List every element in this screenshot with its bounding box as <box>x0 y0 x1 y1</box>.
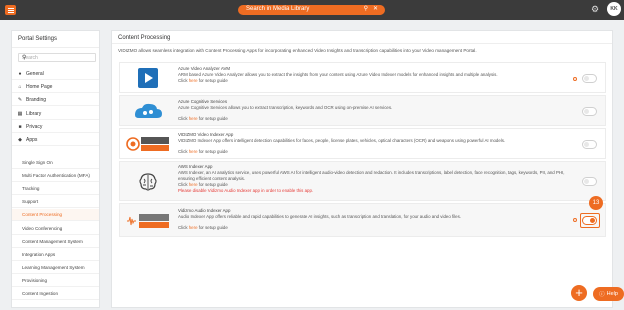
sidebar-item-label: Branding <box>26 96 47 103</box>
app-card-vidizmo-indexer: VIDIZMO Video Indexer App VIDIZMO Indexe… <box>119 128 606 159</box>
menu-icon[interactable] <box>5 5 16 15</box>
sidebar-subitem-support[interactable]: Support <box>12 196 99 208</box>
sidebar-item-privacy[interactable]: ■ Privacy <box>12 121 99 133</box>
sidebar-item-label: Privacy <box>26 123 43 130</box>
info-icon: ● <box>18 70 22 77</box>
page-description: VIDIZMO allows seamless integration with… <box>118 48 477 53</box>
app-toggle-vidizmo-audio-indexer[interactable] <box>582 216 597 225</box>
app-description: AWS Indexer, an AI analytics service, us… <box>178 170 565 181</box>
setup-guide-text: Click here for setup guide <box>178 116 565 122</box>
help-label: Help <box>606 291 618 297</box>
app-settings-icon[interactable] <box>573 218 577 222</box>
vidizmo-indexer-logo <box>126 132 170 156</box>
app-description: VIDIZMO Indexer App offers intelligent d… <box>178 138 506 143</box>
sidebar-subitem-tracking[interactable]: Tracking <box>12 183 99 195</box>
link-prefix: Click <box>178 182 189 187</box>
app-toggle-vidizmo-indexer[interactable] <box>582 140 597 149</box>
sidebar-item-home-page[interactable]: ⌂ Home Page <box>12 81 99 93</box>
app-settings-icon[interactable] <box>573 77 577 81</box>
help-button[interactable]: ⓘ Help <box>593 287 624 301</box>
sidebar-item-label: General <box>26 70 44 77</box>
link-prefix: Click <box>178 116 189 121</box>
sidebar-subitem-provisioning[interactable]: Provisioning <box>12 275 99 287</box>
setup-guide-text: Click here for setup guide <box>178 78 565 84</box>
azure-video-analyzer-logo <box>126 66 170 90</box>
avatar[interactable]: KK <box>607 2 621 16</box>
link-suffix: for setup guide <box>197 149 228 154</box>
sidebar-subitem-content-ingestion[interactable]: Content Ingestion <box>12 288 99 300</box>
sidebar-item-library[interactable]: ▦ Library <box>12 108 99 120</box>
content-processing-panel: Content Processing VIDIZMO allows seamle… <box>111 30 613 308</box>
app-description: Azure Cognitive Services allows you to e… <box>178 105 393 110</box>
sidebar-item-general[interactable]: ● General <box>12 68 99 80</box>
settings-sidebar: Portal Settings Search ⚲ ● General ⌂ Hom… <box>11 30 100 308</box>
page-title: Content Processing <box>118 35 171 41</box>
link-suffix: for setup guide <box>197 78 228 83</box>
app-warning: Please disable Vidizmo Audio Indexer app… <box>178 188 314 193</box>
link-suffix: for setup guide <box>197 182 228 187</box>
close-icon[interactable]: ✕ <box>373 5 378 12</box>
sidebar-item-label: Library <box>26 110 42 117</box>
sidebar-item-apps[interactable]: ◆ Apps <box>12 134 99 146</box>
home-icon: ⌂ <box>18 83 22 90</box>
setup-guide-link[interactable]: here <box>189 116 198 121</box>
divider <box>12 47 99 48</box>
library-icon: ▦ <box>17 110 23 117</box>
app-toggle-azure-cognitive-services[interactable] <box>582 107 597 116</box>
sidebar-item-branding[interactable]: ✎ Branding <box>12 94 99 106</box>
setup-guide-text: Click here for setup guide <box>178 149 565 155</box>
sidebar-subitem-content-processing[interactable]: Content Processing <box>12 209 99 221</box>
divider <box>112 43 612 44</box>
aws-brain-logo <box>126 170 170 194</box>
setup-guide-link[interactable]: here <box>189 78 198 83</box>
sidebar-title: Portal Settings <box>18 36 58 42</box>
sidebar-item-label: Home Page <box>26 83 53 90</box>
setup-guide-link[interactable]: here <box>189 149 198 154</box>
sidebar-subitem-mfa[interactable]: Multi Factor Authentication (MFA) <box>12 170 99 182</box>
app-card-vidizmo-audio-indexer: Vidizmo Audio Indexer App Audio Indexer … <box>119 203 606 237</box>
setup-guide-text: Click here for setup guide <box>178 225 565 231</box>
step-badge: 13 <box>589 196 603 210</box>
app-card-azure-video-analyzer: Azure Video Analyzer AVM ARM based Azure… <box>119 62 606 93</box>
help-icon: ⓘ <box>599 292 605 298</box>
search-input[interactable]: Search in Media Library <box>246 6 309 12</box>
app-description: Audio Indexer App offers reliable and ra… <box>178 214 462 219</box>
app-card-aws-indexer: AWS Indexer App AWS Indexer, an AI analy… <box>119 161 606 201</box>
sidebar-subitem-single-sign-on[interactable]: Single Sign On <box>12 157 99 169</box>
sidebar-subitem-video-conferencing[interactable]: Video Conferencing <box>12 223 99 235</box>
link-suffix: for setup guide <box>197 225 228 230</box>
search-icon[interactable]: ⚲ <box>364 5 368 12</box>
lock-icon: ■ <box>18 123 22 130</box>
search-icon[interactable]: ⚲ <box>22 54 93 61</box>
sidebar-subitem-integration-apps[interactable]: Integration Apps <box>12 249 99 261</box>
sidebar-subitem-cms[interactable]: Content Management System <box>12 236 99 248</box>
sidebar-subitem-lms[interactable]: Learning Management System <box>12 262 99 274</box>
setup-guide-link[interactable]: here <box>189 225 198 230</box>
app-card-azure-cognitive-services: Azure Cognitive Services Azure Cognitive… <box>119 95 606 126</box>
app-toggle-azure-video-analyzer[interactable] <box>582 74 597 83</box>
link-prefix: Click <box>178 149 189 154</box>
azure-cognitive-services-logo <box>126 99 170 123</box>
sidebar-search-input[interactable]: Search ⚲ <box>18 53 96 62</box>
app-toggle-aws-indexer[interactable] <box>582 177 597 186</box>
media-search-bar[interactable]: Search in Media Library ⚲ ✕ <box>238 5 385 15</box>
setup-guide-link[interactable]: here <box>189 182 198 187</box>
apps-icon: ◆ <box>18 136 22 143</box>
add-button[interactable]: + <box>571 285 587 301</box>
link-suffix: for setup guide <box>197 116 228 121</box>
gear-icon[interactable]: ⚙ <box>591 4 599 15</box>
top-bar: Search in Media Library ⚲ ✕ ⚙ KK <box>0 0 624 20</box>
link-prefix: Click <box>178 78 189 83</box>
branding-icon: ✎ <box>17 96 23 103</box>
vidizmo-audio-indexer-logo <box>126 209 170 233</box>
sidebar-item-label: Apps <box>26 136 38 143</box>
link-prefix: Click <box>178 225 189 230</box>
